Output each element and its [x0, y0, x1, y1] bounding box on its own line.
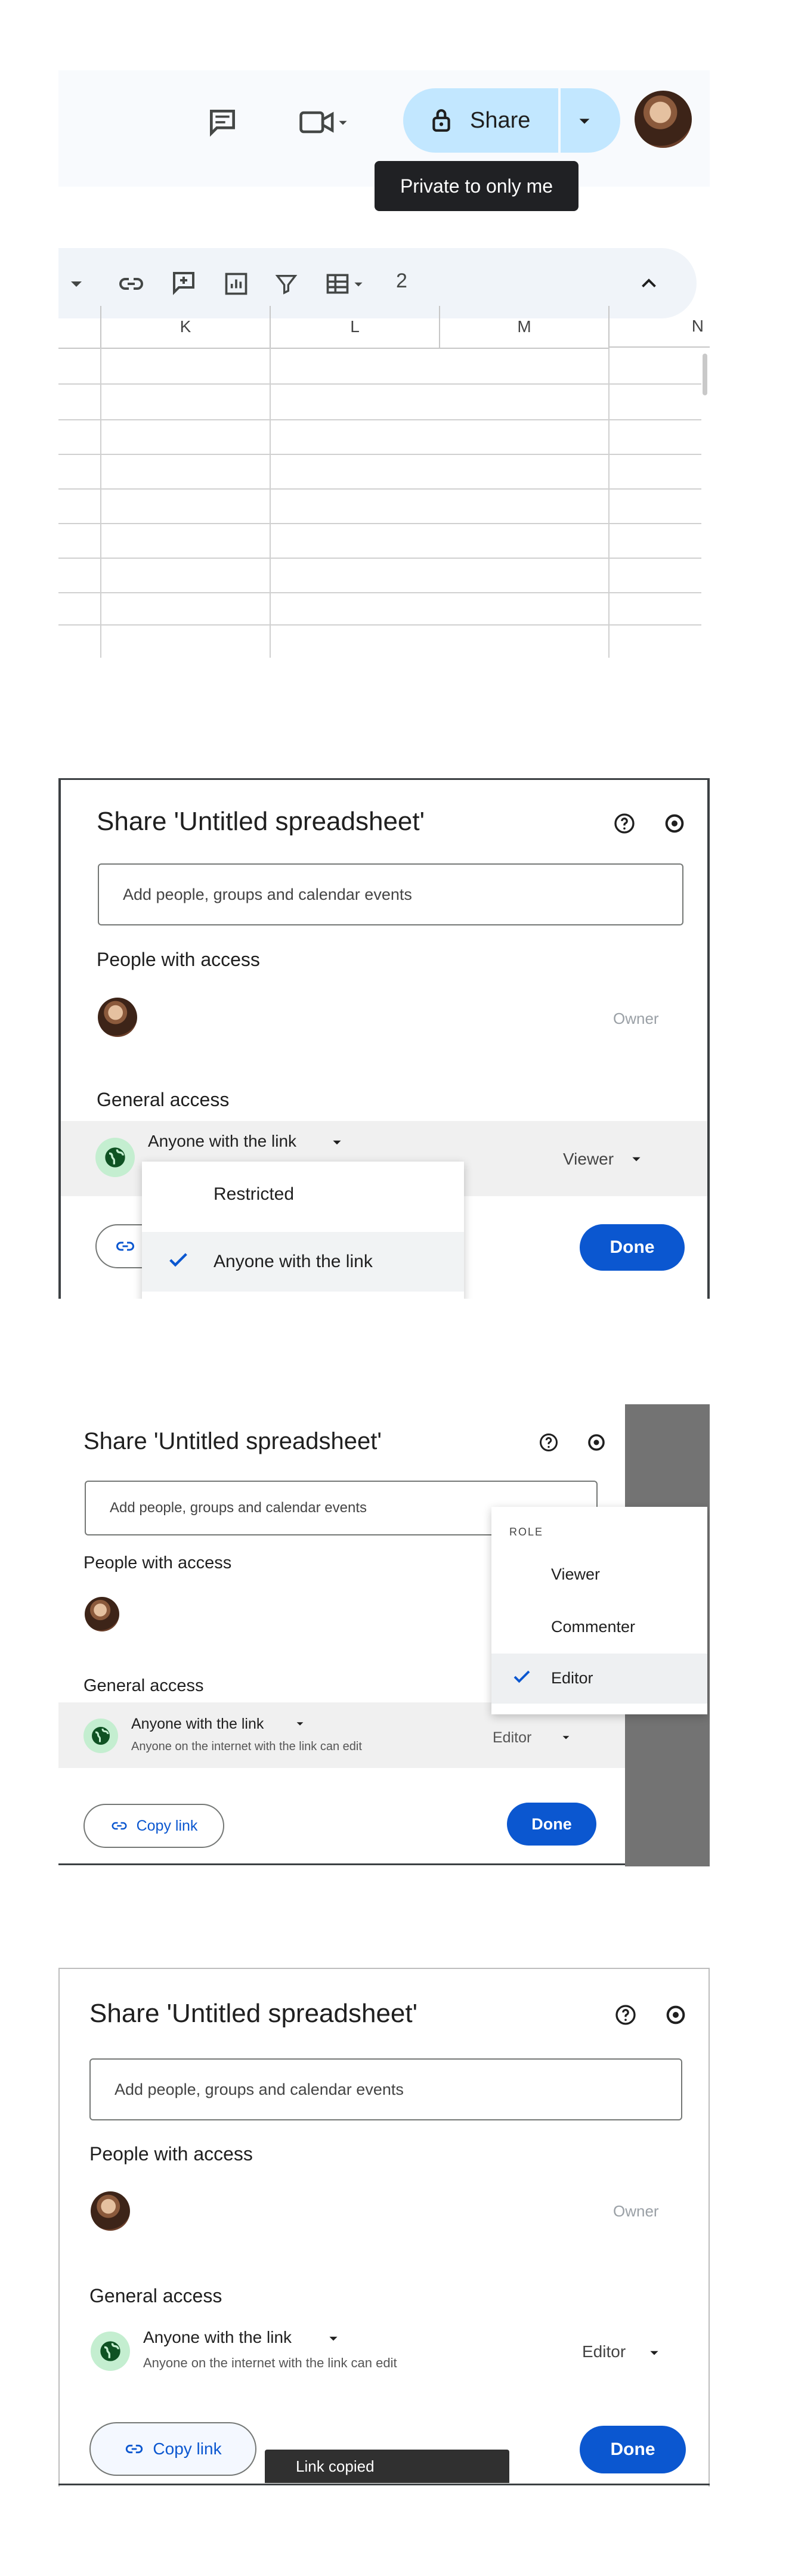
scrollbar-thumb[interactable] — [703, 354, 707, 395]
share-dialog-link-copied: Share 'Untitled spreadsheet' Add people,… — [58, 1968, 710, 2487]
menu-item-commenter[interactable]: Commenter — [551, 1612, 635, 1642]
menu-item-anyone-with-link[interactable]: Anyone with the link — [214, 1244, 373, 1280]
settings-icon[interactable] — [583, 1429, 610, 1456]
video-call-icon — [299, 111, 334, 134]
add-people-input[interactable]: Add people, groups and calendar events — [98, 863, 683, 925]
comment-icon[interactable] — [202, 101, 243, 143]
access-dropdown[interactable]: Anyone with the link — [143, 2328, 292, 2347]
chevron-down-icon[interactable] — [558, 1729, 574, 1745]
globe-icon — [83, 1719, 118, 1753]
menu-item-editor[interactable]: Editor — [551, 1663, 593, 1693]
more-icon[interactable] — [58, 268, 94, 298]
share-label: Share — [470, 108, 531, 133]
share-tooltip: Private to only me — [375, 161, 578, 211]
globe-icon — [95, 1138, 135, 1177]
chevron-down-icon[interactable] — [645, 2343, 663, 2361]
number-format-label[interactable]: 2 — [396, 270, 407, 293]
link-icon — [116, 1241, 134, 1251]
chevron-down-icon[interactable] — [328, 1133, 346, 1151]
settings-icon[interactable] — [661, 2000, 691, 2030]
role-dropdown[interactable]: Editor — [493, 1729, 531, 1747]
done-button[interactable]: Done — [507, 1803, 596, 1846]
menu-item-viewer[interactable]: Viewer — [551, 1559, 600, 1589]
general-access-heading: General access — [89, 2285, 222, 2306]
share-button[interactable]: Share — [403, 88, 558, 153]
general-access-menu: Restricted Anyone with the link — [142, 1162, 464, 1299]
owner-avatar — [85, 1597, 119, 1631]
column-header-l[interactable]: L — [271, 306, 440, 349]
copy-link-button[interactable]: Copy link — [89, 2422, 256, 2476]
owner-role-label: Owner — [613, 2202, 659, 2220]
people-with-access-heading: People with access — [97, 949, 260, 970]
column-header-n[interactable]: N — [610, 306, 710, 348]
chart-icon[interactable] — [218, 266, 254, 302]
check-icon — [163, 1245, 193, 1275]
dialog-title: Share 'Untitled spreadsheet' — [83, 1428, 382, 1454]
link-icon[interactable] — [113, 266, 149, 302]
done-button[interactable]: Done — [580, 2426, 686, 2473]
general-access-heading: General access — [97, 1089, 230, 1110]
role-menu-heading: ROLE — [509, 1526, 544, 1538]
video-call-button[interactable] — [291, 101, 357, 143]
access-dropdown[interactable]: Anyone with the link — [148, 1132, 296, 1151]
dialog-title: Share 'Untitled spreadsheet' — [97, 807, 425, 836]
share-dialog-role-menu: Share 'Untitled spreadsheet' Add people,… — [58, 1404, 710, 1866]
link-icon — [112, 1822, 127, 1830]
copy-link-label: Copy link — [136, 1817, 198, 1834]
spreadsheet-toolbar-screen: Share Private to only me 2 K L M N — [58, 70, 710, 658]
role-dropdown[interactable]: Editor — [582, 2342, 626, 2361]
general-access-heading: General access — [83, 1676, 204, 1695]
chevron-down-icon[interactable] — [627, 1150, 645, 1168]
access-dropdown[interactable]: Anyone with the link — [131, 1716, 264, 1733]
settings-icon[interactable] — [660, 809, 689, 838]
check-icon — [508, 1663, 536, 1690]
column-header-prev — [58, 306, 101, 349]
snackbar-link-copied: Link copied — [265, 2450, 509, 2483]
role-dropdown[interactable]: Viewer — [563, 1150, 614, 1169]
help-icon[interactable] — [536, 1429, 562, 1456]
lock-icon — [428, 106, 454, 135]
chevron-down-icon[interactable] — [292, 1716, 308, 1731]
chevron-up-icon[interactable] — [631, 266, 667, 302]
column-header-m[interactable]: M — [440, 306, 610, 349]
add-people-input[interactable]: Add people, groups and calendar events — [89, 2058, 682, 2120]
table-icon[interactable] — [317, 266, 371, 302]
access-description: Anyone on the internet with the link can… — [131, 1740, 362, 1753]
spreadsheet-grid[interactable]: K L M N — [58, 306, 710, 658]
access-description: Anyone on the internet with the link can… — [143, 2355, 397, 2370]
filter-icon[interactable] — [268, 266, 304, 302]
dialog-title: Share 'Untitled spreadsheet' — [89, 1999, 418, 2028]
column-header-k[interactable]: K — [101, 306, 271, 349]
people-with-access-heading: People with access — [83, 1553, 232, 1572]
owner-avatar — [91, 2191, 130, 2231]
share-dialog-access-menu: Share 'Untitled spreadsheet' Add people,… — [58, 778, 710, 1299]
chevron-down-icon — [573, 109, 596, 132]
chevron-down-icon — [339, 120, 347, 125]
chevron-down-icon[interactable] — [324, 2329, 342, 2347]
copy-link-label: Copy link — [153, 2439, 222, 2458]
account-avatar[interactable] — [635, 91, 692, 148]
menu-item-restricted[interactable]: Restricted — [214, 1176, 294, 1212]
owner-role-label: Owner — [613, 1010, 659, 1027]
help-icon[interactable] — [611, 2000, 641, 2030]
done-button[interactable]: Done — [580, 1224, 685, 1271]
help-icon[interactable] — [610, 809, 639, 838]
role-menu: ROLE Viewer Commenter Editor — [491, 1507, 707, 1714]
globe-icon — [91, 2332, 130, 2371]
link-icon — [126, 2444, 143, 2454]
people-with-access-heading: People with access — [89, 2143, 253, 2165]
owner-avatar — [98, 998, 137, 1037]
insert-comment-icon[interactable] — [166, 265, 202, 301]
copy-link-button[interactable]: Copy link — [83, 1804, 224, 1848]
